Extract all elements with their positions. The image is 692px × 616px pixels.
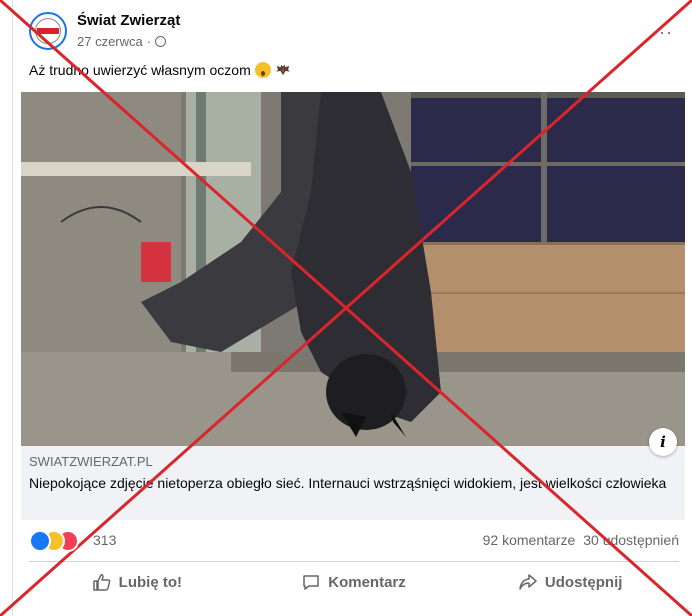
bat-photo — [21, 92, 685, 446]
comment-button-label: Komentarz — [328, 573, 406, 591]
link-title[interactable]: Niepokojące zdjęcie nietoperza obiegło s… — [29, 474, 669, 492]
post-meta: 27 czerwca · — [77, 34, 167, 49]
post-image[interactable] — [21, 92, 685, 446]
comments-count[interactable]: 92 komentarze — [483, 532, 576, 548]
more-options-icon[interactable]: ··· — [652, 22, 673, 43]
like-button[interactable]: Lubię to! — [29, 562, 246, 602]
share-icon — [519, 574, 537, 590]
meta-separator: · — [146, 34, 152, 49]
globe-icon[interactable] — [155, 36, 167, 47]
reaction-count[interactable]: 313 — [93, 532, 116, 548]
post-card: Świat Zwierząt 27 czerwca · ··· Aż trudn… — [12, 0, 692, 616]
like-button-label: Lubię to! — [118, 573, 182, 591]
like-reaction-icon — [29, 530, 51, 552]
info-icon[interactable]: i — [649, 428, 677, 456]
link-domain: SWIATZWIERZAT.PL — [29, 454, 153, 469]
astonished-emoji-icon — [254, 62, 271, 78]
post-text-content: Aż trudno uwierzyć własnym oczom — [29, 62, 251, 78]
avatar-logo-bar — [37, 28, 59, 34]
bat-emoji-icon — [275, 64, 290, 76]
comment-button[interactable]: Komentarz — [246, 562, 463, 602]
reaction-icons[interactable] — [29, 530, 89, 552]
page-avatar[interactable] — [29, 12, 67, 50]
thumbs-up-icon — [92, 574, 111, 591]
post-text: Aż trudno uwierzyć własnym oczom — [29, 62, 291, 78]
shares-count[interactable]: 30 udostępnień — [583, 532, 679, 548]
share-button[interactable]: Udostępnij — [462, 562, 679, 602]
reactions-bar: 313 92 komentarze 30 udostępnień — [29, 528, 679, 554]
post-date[interactable]: 27 czerwca — [77, 34, 143, 49]
comment-icon — [303, 575, 319, 590]
action-bar: Lubię to! Komentarz Udostępnij — [29, 562, 679, 602]
page-name[interactable]: Świat Zwierząt — [77, 12, 180, 29]
post-header: Świat Zwierząt 27 czerwca · ··· — [29, 10, 679, 54]
engagement-stats: 92 komentarze 30 udostępnień — [483, 532, 679, 548]
share-button-label: Udostępnij — [544, 573, 623, 591]
link-preview[interactable]: i SWIATZWIERZAT.PL Niepokojące zdjęcie n… — [21, 428, 685, 520]
